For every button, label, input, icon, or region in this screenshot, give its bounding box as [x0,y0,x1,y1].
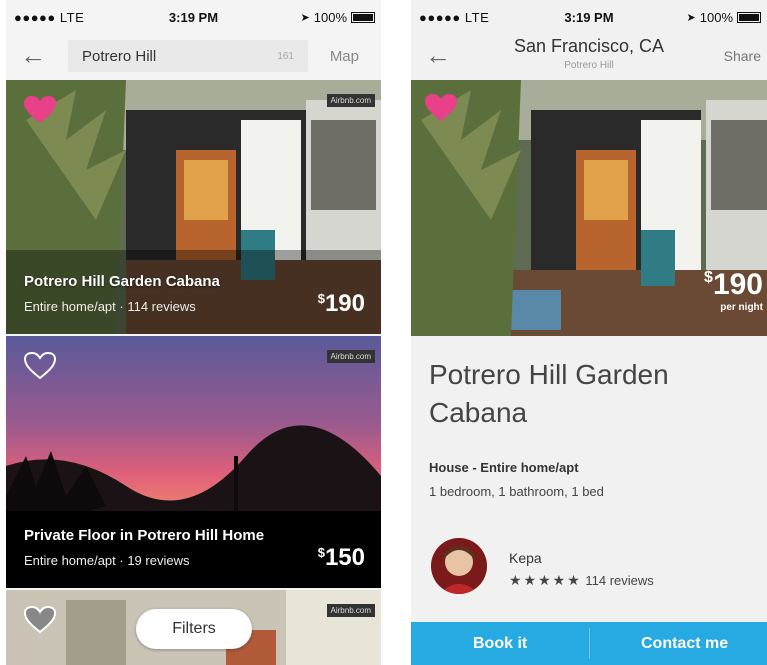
heart-icon[interactable] [425,94,457,122]
heart-outline-icon[interactable] [24,606,56,634]
action-bar: Book it Contact me [411,622,767,665]
host-photo [431,538,487,594]
battery-percent: 100% [313,10,347,25]
price-value: 190 [324,290,365,317]
listing-card[interactable]: Airbnb.com Potrero Hill Garden Cabana En… [6,80,381,334]
search-results-screen: ●●●●● LTE 3:19 PM ➤ 100% ← Potrero Hill … [6,0,381,665]
location-arrow-icon: ➤ [300,12,310,24]
status-bar: ●●●●● LTE 3:19 PM ➤ 100% [411,0,767,34]
listing-subtitle: Entire home/apt · 114 reviews [24,299,196,314]
listing-hero-photo[interactable]: $190 per night [411,80,767,336]
contact-me-button[interactable]: Contact me [641,622,728,665]
share-button[interactable]: Share [724,48,761,64]
search-field[interactable]: Potrero Hill 161 [68,40,308,72]
listing-detail-screen: ●●●●● LTE 3:19 PM ➤ 100% ← San Francisco… [411,0,767,665]
book-it-button[interactable]: Book it [473,622,527,665]
search-navbar: ← Potrero Hill 161 Map [6,34,381,80]
listing-name: Potrero Hill Garden Cabana [429,359,669,428]
listing-price: $190 [704,268,763,302]
price-unit: per night [720,302,763,313]
watermark: Airbnb.com [326,604,375,617]
battery-status: ➤ 100% [687,10,761,25]
currency-symbol: $ [704,269,713,286]
price-value: 150 [324,544,365,571]
location-arrow-icon: ➤ [686,12,696,24]
filters-button[interactable]: Filters [136,609,252,649]
watermark: Airbnb.com [326,94,375,107]
listing-title: Potrero Hill Garden Cabana [24,273,220,290]
listing-price: $150 [318,544,365,572]
listing-card[interactable]: Airbnb.com Private Floor in Potrero Hill… [6,336,381,588]
nav-title: San Francisco, CA [513,36,665,56]
currency-symbol: $ [317,545,325,560]
review-count: 114 reviews [585,573,654,588]
battery-icon [351,12,375,23]
result-count: 161 [277,51,294,62]
host-name: Kepa [509,550,542,566]
action-divider [589,628,590,659]
star-rating-icon: ★★★★★ [509,572,582,588]
detail-navbar: ← San Francisco, CA Potrero Hill Share [411,34,767,80]
host-avatar[interactable] [431,538,487,594]
heart-icon[interactable] [24,96,56,124]
listing-price: $190 [318,290,365,318]
listing-subtitle: Entire home/apt · 19 reviews [24,553,190,568]
battery-status: ➤ 100% [301,10,375,25]
host-rating: ★★★★★ 114 reviews [509,572,654,589]
watermark: Airbnb.com [326,350,375,363]
search-query[interactable]: Potrero Hill [82,48,156,65]
price-value: 190 [712,268,763,301]
nav-subtitle: Potrero Hill [564,60,614,71]
map-button[interactable]: Map [330,48,359,65]
currency-symbol: $ [317,291,325,306]
back-arrow-icon[interactable]: ← [20,42,46,68]
battery-icon [737,12,761,23]
heart-outline-icon[interactable] [24,352,56,380]
battery-percent: 100% [699,10,733,25]
status-bar: ●●●●● LTE 3:19 PM ➤ 100% [6,0,381,34]
screen-divider [381,0,411,665]
property-type: House - Entire home/apt [429,460,579,475]
listing-title: Private Floor in Potrero Hill Home [24,527,265,544]
room-summary: 1 bedroom, 1 bathroom, 1 bed [429,484,604,499]
